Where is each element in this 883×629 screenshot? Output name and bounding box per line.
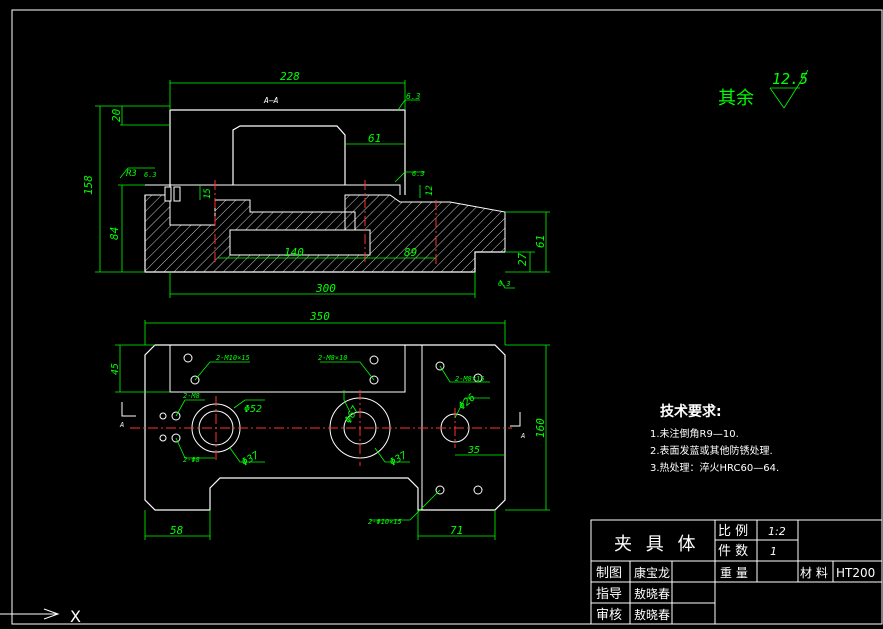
dim-160: 160 [534,418,547,438]
tech-req-item-3: 3.热处理：淬火HRC60—64. [650,461,779,474]
dim-12: 12 [425,185,435,196]
dim-dia-26: Φ26 [457,392,478,412]
tech-req-title: 技术要求: [660,403,722,420]
hole-callout-d: 2-M8 [183,392,200,400]
section-view [144,109,506,273]
hole-callout-f: 2-Φ10×15 [368,518,402,526]
plan-dim-text: 350 160 45 58 71 35 Φ52 Φ37 Φ67 Φ37 Φ26 … [110,310,547,537]
tech-req-item-1: 1.未注倒角R9—10. [650,427,739,440]
roughness-2: 6.3 [406,92,421,101]
hole-callout-a: 2-M10×15 [216,354,250,362]
name-1: 康宝龙 [634,565,670,580]
roughness-1: 6.3 [144,171,157,179]
dim-dia-37a: Φ37 [240,450,261,469]
drawing-canvas: 228 158 20 84 61 15 12 140 89 300 61 27 … [0,9,883,626]
plan-dimensions [115,320,550,540]
scale-value: 1:2 [768,525,786,538]
dim-15: 15 [203,188,213,199]
scale-label: 比 例 [718,524,748,539]
plan-top-step [169,345,406,393]
section-top-outline [169,109,406,195]
dim-61-top: 61 [368,132,381,145]
material-value: HT200 [836,566,875,580]
dim-300: 300 [315,282,336,295]
dim-dia-37b: Φ37 [388,450,409,469]
name-2: 敖晓春 [634,586,670,601]
name-3: 敖晓春 [634,607,670,622]
dim-35: 35 [467,445,480,456]
section-ledge [145,184,401,195]
weight-label: 重 量 [720,566,748,580]
ucs-x-label: X [70,607,81,626]
view-mark-left: A [119,421,124,429]
roughness-prefix: 其余 [718,88,754,109]
view-mark-right: A [520,432,525,440]
dim-71: 71 [450,524,463,537]
section-label: A—A [263,96,279,105]
hole-callout-c: 2-M8×15 [455,375,485,383]
hole-callout-b: 2-M8×10 [318,354,348,362]
dim-89: 89 [404,246,417,259]
dim-dia-67: Φ67 [343,404,362,425]
dim-158: 158 [82,175,95,195]
dim-350: 350 [309,310,330,323]
part-name: 夹 具 体 [614,534,699,555]
qty-label: 件 数 [718,544,748,559]
section-pocket [232,125,346,185]
dim-20: 20 [110,108,123,122]
qty-value: 1 [770,545,777,558]
dim-45: 45 [110,363,121,375]
role-3: 审核 [596,608,622,623]
dim-228: 228 [280,70,300,83]
dim-dia-52: Φ52 [244,404,262,415]
section-bolt-2 [173,186,181,202]
role-2: 指导 [596,587,622,602]
plan-view [130,344,512,511]
ucs-icon [0,608,60,620]
hole-callout-e: 2-Φ8 [183,456,200,464]
roughness-3: 6.3 [412,170,425,178]
roughness-value: 12.5 [772,70,808,88]
role-1: 制图 [596,566,622,581]
section-bolt-1 [164,186,172,202]
dim-140: 140 [284,246,304,259]
dim-58: 58 [170,524,184,537]
material-label: 材 料 [800,566,828,580]
tech-requirements: 技术要求: 1.未注倒角R9—10. 2.表面发蓝或其他防锈处理. 3.热处理：… [650,403,779,474]
dim-84: 84 [108,227,121,240]
dim-61-right: 61 [534,235,547,248]
dim-r3: R3 [126,169,137,179]
dim-27: 27 [516,252,529,266]
roughness-4: 6.3 [498,280,511,288]
tech-req-item-2: 2.表面发蓝或其他防锈处理. [650,444,773,457]
